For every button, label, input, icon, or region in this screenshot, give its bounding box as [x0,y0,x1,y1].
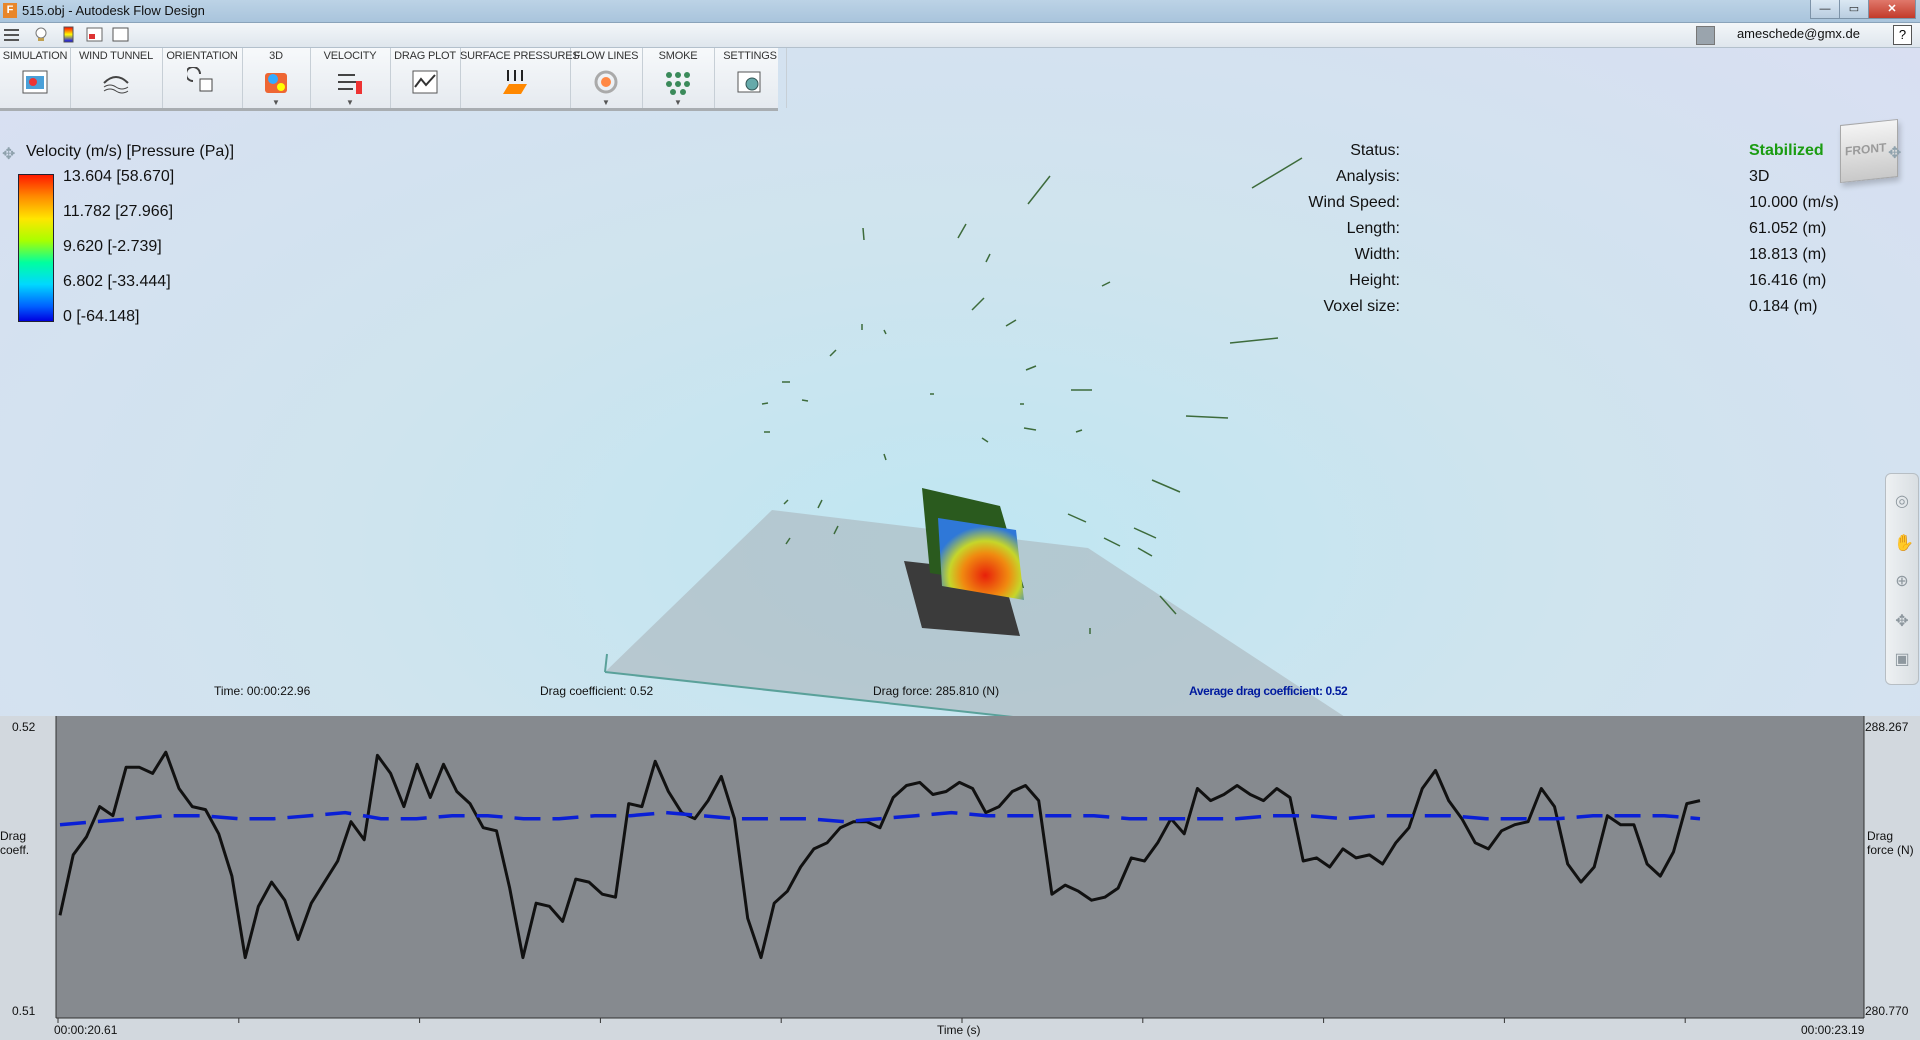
velocity-icon [338,74,362,94]
settings-icon [737,71,761,93]
average-drag-readout: Average drag coefficient: 0.52 [1189,684,1348,698]
color-scale-icon[interactable] [60,26,77,43]
legend-move-icon[interactable]: ✥ [2,144,15,164]
minimize-button[interactable]: — [1810,0,1840,19]
info-key-width: Width: [1354,246,1400,263]
dropdown-arrow-icon[interactable]: ▼ [346,98,354,107]
surface-pressures-icon [503,70,527,94]
legend-value: 6.802 [-33.444] [63,273,171,290]
info-value-width: 18.813 (m) [1749,246,1827,263]
info-key-status: Status: [1350,142,1400,159]
ribbon-tab-label: SIMULATION [2,50,68,62]
info-value-height: 16.416 (m) [1749,272,1827,289]
orbit-icon[interactable]: ✥ [1894,614,1910,630]
drag-plot-icon [412,70,438,94]
legend-value: 0 [-64.148] [63,308,140,325]
ribbon-tab-orientation[interactable]: ORIENTATION [162,48,243,108]
info-key-analysis: Analysis: [1335,168,1400,185]
navigation-bar: ◎ ✋ ⊕ ✥ ▣ [1885,473,1919,685]
ribbon-toolbar: SIMULATION WIND TUNNEL ORIENTATION 3D ▼ VELOC… [0,48,787,111]
view-cube-label: FRONT [1845,140,1887,159]
ribbon-tab-label: WIND TUNNEL [79,50,153,62]
drag-plot-chart [55,716,1865,1023]
y-left-tick-bottom: 0.51 [12,1004,36,1018]
x-start-label: 00:00:20.61 [54,1023,118,1037]
info-value-wind-speed: 10.000 (m/s) [1749,194,1839,211]
close-button[interactable]: ✕ [1868,0,1916,19]
y-right-label: Drag force (N) [1867,829,1914,857]
ribbon-tab-3d[interactable]: 3D ▼ [242,48,311,108]
3d-icon [265,73,287,93]
legend-value: 9.620 [-2.739] [63,238,162,255]
info-move-icon[interactable]: ✥ [1888,143,1901,163]
y-right-tick-top: 288.267 [1865,720,1909,734]
quick-access-bar: ameschede@gmx.de ? [0,23,1920,48]
fit-view-icon[interactable]: ▣ [1894,652,1910,668]
ribbon-tab-label: 3D [269,50,283,62]
info-value-status: Stabilized [1749,142,1824,159]
ribbon-tab-label: VELOCITY [323,50,377,62]
info-key-voxel-size: Voxel size: [1323,298,1400,315]
ruler-tick [604,653,608,673]
x-end-label: 00:00:23.19 [1801,1023,1865,1037]
drag-plot-panel: 0.52 0.51 Drag coeff. 288.267 280.770 Dr… [0,716,1920,1040]
info-value-voxel-size: 0.184 (m) [1749,298,1818,315]
legend-value: 13.604 [58.670] [63,168,175,185]
info-key-wind-speed: Wind Speed: [1308,194,1400,211]
ribbon-tab-drag-plot[interactable]: DRAG PLOT [390,48,461,108]
ribbon-tab-label: SURFACE PRESSURES [460,50,580,62]
3d-viewport[interactable]: FRONT ◎ ✋ ⊕ ✥ ▣ [0,48,1920,716]
time-readout: Time: 00:00:22.96 [214,684,311,698]
y-left-label: Drag coeff. [0,829,30,857]
color-scale-bar [18,174,54,322]
legend-title: Velocity (m/s) [Pressure (Pa)] [26,143,235,160]
ribbon-tab-wind-tunnel[interactable]: WIND TUNNEL [70,48,163,108]
menu-icon[interactable] [3,26,20,43]
ribbon-tab-simulation[interactable]: SIMULATION [0,48,71,108]
smoke-icon [666,72,690,95]
drag-coefficient-readout: Drag coefficient: 0.52 [540,684,654,698]
help-button[interactable]: ? [1893,25,1912,45]
app-icon: F [3,3,17,18]
scene-graphics [604,157,1344,716]
window-layout-icon[interactable] [86,26,103,43]
user-avatar [1696,26,1715,45]
zoom-icon[interactable]: ⊕ [1894,574,1910,590]
ribbon-tab-label: DRAG PLOT [394,50,456,62]
ribbon-tab-label: SMOKE [658,50,698,62]
steering-wheel-icon[interactable]: ◎ [1894,494,1910,510]
flow-lines-icon [594,70,618,94]
pan-hand-icon[interactable]: ✋ [1894,536,1914,552]
dropdown-arrow-icon[interactable]: ▼ [602,98,610,107]
dropdown-arrow-icon[interactable]: ▼ [674,98,682,107]
blank-window-icon[interactable] [112,26,129,43]
dropdown-arrow-icon[interactable]: ▼ [272,98,280,107]
ribbon-tab-label: SETTINGS [723,50,777,62]
ribbon-tab-velocity[interactable]: VELOCITY ▼ [310,48,391,108]
bulb-icon[interactable] [32,26,49,43]
ribbon-tab-flow-lines[interactable]: FLOW LINES ▼ [570,48,643,108]
ribbon-tab-label: ORIENTATION [166,50,238,62]
ribbon-tab-surface-pressures[interactable]: SURFACE PRESSURES [460,48,580,108]
wind-tunnel-icon [103,76,129,94]
ribbon-tab-label: FLOW LINES [573,50,639,62]
info-value-analysis: 3D [1749,168,1770,185]
title-bar: F 515.obj - Autodesk Flow Design — ▭ ✕ [0,0,1920,23]
ribbon-tab-settings[interactable]: SETTINGS [714,48,787,108]
info-key-height: Height: [1349,272,1400,289]
maximize-button[interactable]: ▭ [1839,0,1869,19]
legend-value: 11.782 [27.966] [63,203,174,220]
orientation-icon [187,67,213,92]
user-email[interactable]: ameschede@gmx.de [1737,26,1860,41]
info-value-length: 61.052 (m) [1749,220,1827,237]
ribbon-tab-smoke[interactable]: SMOKE ▼ [642,48,715,108]
x-axis-label: Time (s) [937,1023,981,1037]
y-right-tick-bottom: 280.770 [1865,1004,1909,1018]
y-left-tick-top: 0.52 [12,720,36,734]
window-title: 515.obj - Autodesk Flow Design [22,3,205,18]
info-key-length: Length: [1346,220,1400,237]
simulation-icon [22,70,48,94]
drag-force-readout: Drag force: 285.810 (N) [873,684,1000,698]
